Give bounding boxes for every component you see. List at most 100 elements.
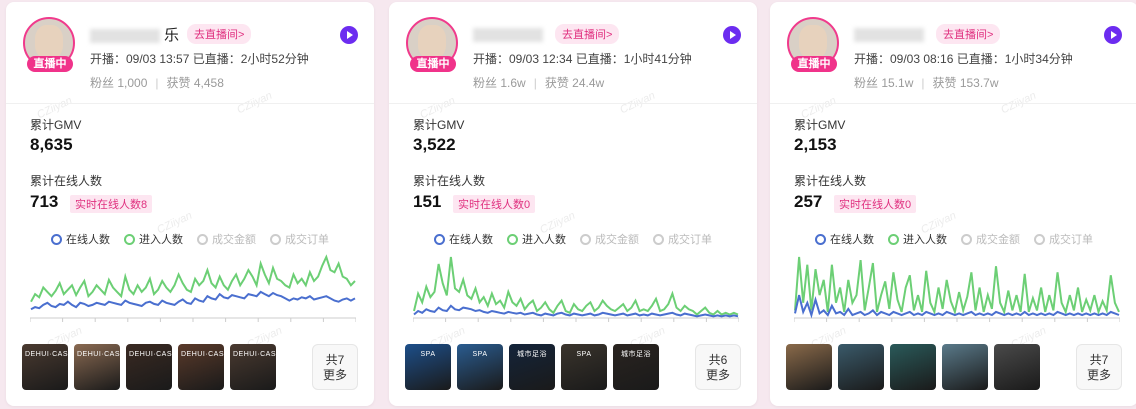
separator: |: [155, 76, 159, 90]
product-thumbnail[interactable]: DEHUI·CASE: [126, 344, 172, 390]
legend-item[interactable]: 在线人数: [434, 231, 493, 247]
product-thumbnail[interactable]: DEHUI·CASE: [74, 344, 120, 390]
product-thumbnails: DEHUI·CASE DEHUI·CASE DEHUI·CASE DEHUI·CASE…: [22, 344, 276, 390]
legend-dot-icon: [124, 233, 135, 245]
more-products-button[interactable]: 共7 更多: [1076, 344, 1122, 390]
gmv-value: 3,522: [413, 135, 456, 154]
thumbnail-caption: DEHUI·CASE: [129, 351, 172, 358]
anchor-name-row: 去直播间>: [854, 24, 1001, 44]
live-start-info: 开播：09/03 13:57 已直播：2小时52分钟: [90, 52, 309, 66]
play-icon[interactable]: [723, 26, 741, 44]
legend-item[interactable]: 成交订单: [1034, 231, 1093, 247]
anchor-name-redacted: [854, 27, 924, 42]
product-thumbnails: SPA SPA 城市足浴 SPA 城市足浴: [405, 344, 659, 390]
online-value: 257: [794, 192, 823, 211]
online-value: 151: [413, 192, 442, 211]
product-thumbnail[interactable]: DEHUI·CASE: [178, 344, 224, 390]
trend-line-chart[interactable]: [30, 250, 356, 326]
legend-item[interactable]: 在线人数: [815, 231, 874, 247]
online-label: 累计在线人数: [413, 174, 486, 188]
live-status-badge: 直播中: [27, 56, 73, 72]
legend-item[interactable]: 成交订单: [653, 231, 712, 247]
more-products-button[interactable]: 共6 更多: [695, 344, 741, 390]
legend-label: 进入人数: [903, 234, 947, 246]
legend-dot-icon: [1034, 233, 1045, 245]
goto-live-room-link[interactable]: 去直播间>: [555, 24, 620, 44]
thumbnail-caption: DEHUI·CASE: [77, 351, 120, 358]
product-thumbnail[interactable]: SPA: [561, 344, 607, 390]
legend-dot-icon: [888, 233, 899, 245]
product-thumbnail[interactable]: [890, 344, 936, 390]
realtime-online-badge: 实时在线人数0: [453, 195, 536, 213]
anchor-name-suffix: 乐: [164, 26, 180, 44]
legend-item[interactable]: 成交金额: [961, 231, 1020, 247]
gmv-value: 8,635: [30, 135, 73, 154]
fans-likes-row: 粉丝 1.6w | 获赞 24.4w: [473, 74, 604, 91]
thumbnail-caption: SPA: [576, 351, 592, 358]
product-thumbnail[interactable]: DEHUI·CASE: [22, 344, 68, 390]
thumbnail-caption: 城市足浴: [621, 351, 651, 358]
trend-line-chart[interactable]: [794, 250, 1120, 326]
product-thumbnail[interactable]: [994, 344, 1040, 390]
legend-item[interactable]: 成交订单: [270, 231, 329, 247]
series-line-entered: [413, 256, 739, 316]
goto-live-room-link[interactable]: 去直播间>: [936, 24, 1001, 44]
legend-item[interactable]: 成交金额: [580, 231, 639, 247]
legend-dot-icon: [434, 233, 445, 245]
thumbnail-caption: DEHUI·CASE: [233, 351, 276, 358]
product-thumbnail[interactable]: 城市足浴: [509, 344, 555, 390]
more-count: 共6: [708, 353, 728, 367]
more-label: 更多: [1086, 368, 1111, 382]
more-products-button[interactable]: 共7 更多: [312, 344, 358, 390]
likes-count: 获赞 153.7w: [932, 76, 999, 90]
chart-legend: 在线人数 进入人数 成交金额 成交订单: [770, 231, 1136, 247]
product-thumbnail[interactable]: [786, 344, 832, 390]
avatar-blur: [799, 25, 827, 59]
fans-count: 粉丝 1.6w: [473, 76, 526, 90]
legend-item[interactable]: 进入人数: [507, 231, 566, 247]
separator: |: [921, 76, 925, 90]
product-thumbnail[interactable]: DEHUI·CASE: [230, 344, 276, 390]
legend-item[interactable]: 进入人数: [888, 231, 947, 247]
anchor-name[interactable]: 乐: [90, 24, 179, 45]
product-thumbnail[interactable]: 城市足浴: [613, 344, 659, 390]
product-thumbnail[interactable]: [838, 344, 884, 390]
anchor-avatar[interactable]: 直播中: [22, 16, 80, 74]
gmv-value: 2,153: [794, 135, 837, 154]
live-start-info: 开播：09/03 12:34 已直播：1小时41分钟: [473, 52, 692, 66]
fans-likes-row: 粉丝 1,000 | 获赞 4,458: [90, 74, 224, 91]
live-room-card[interactable]: CZiiyan CZiiyan CZiiyan CZiiyan CZiiyan 直播中 去直…: [770, 2, 1136, 406]
chart-legend: 在线人数 进入人数 成交金额 成交订单: [389, 231, 757, 247]
anchor-name-redacted: [90, 28, 160, 43]
live-room-card[interactable]: CZiiyan CZiiyan CZiiyan CZiiyan CZiiyan 直播中 去直…: [389, 2, 757, 406]
gmv-label: 累计GMV: [30, 118, 82, 132]
goto-live-room-link[interactable]: 去直播间>: [187, 24, 252, 44]
series-line-entered: [30, 254, 356, 303]
anchor-avatar[interactable]: 直播中: [786, 16, 844, 74]
realtime-online-badge: 实时在线人数8: [70, 195, 153, 213]
realtime-online-badge: 实时在线人数0: [834, 195, 917, 213]
anchor-name[interactable]: [854, 26, 928, 43]
legend-item[interactable]: 进入人数: [124, 231, 183, 247]
trend-line-chart[interactable]: [413, 250, 739, 326]
anchor-name[interactable]: [473, 26, 547, 43]
avatar-blur: [35, 25, 63, 59]
more-count: 共7: [1089, 353, 1109, 367]
legend-dot-icon: [815, 233, 826, 245]
play-icon[interactable]: [1104, 26, 1122, 44]
anchor-avatar[interactable]: 直播中: [405, 16, 463, 74]
product-thumbnail[interactable]: SPA: [405, 344, 451, 390]
legend-label: 成交订单: [1049, 234, 1093, 246]
legend-dot-icon: [51, 233, 62, 245]
product-thumbnail[interactable]: SPA: [457, 344, 503, 390]
online-label: 累计在线人数: [794, 174, 867, 188]
product-thumbnail[interactable]: [942, 344, 988, 390]
more-label: 更多: [705, 368, 730, 382]
legend-item[interactable]: 在线人数: [51, 231, 110, 247]
gmv-label: 累计GMV: [794, 118, 846, 132]
legend-label: 在线人数: [830, 234, 874, 246]
live-room-card[interactable]: CZiiyan CZiiyan CZiiyan CZiiyan CZiiyan 直播中乐去…: [6, 2, 374, 406]
live-start-info: 开播：09/03 08:16 已直播：1小时34分钟: [854, 52, 1073, 66]
legend-item[interactable]: 成交金额: [197, 231, 256, 247]
play-icon[interactable]: [340, 26, 358, 44]
